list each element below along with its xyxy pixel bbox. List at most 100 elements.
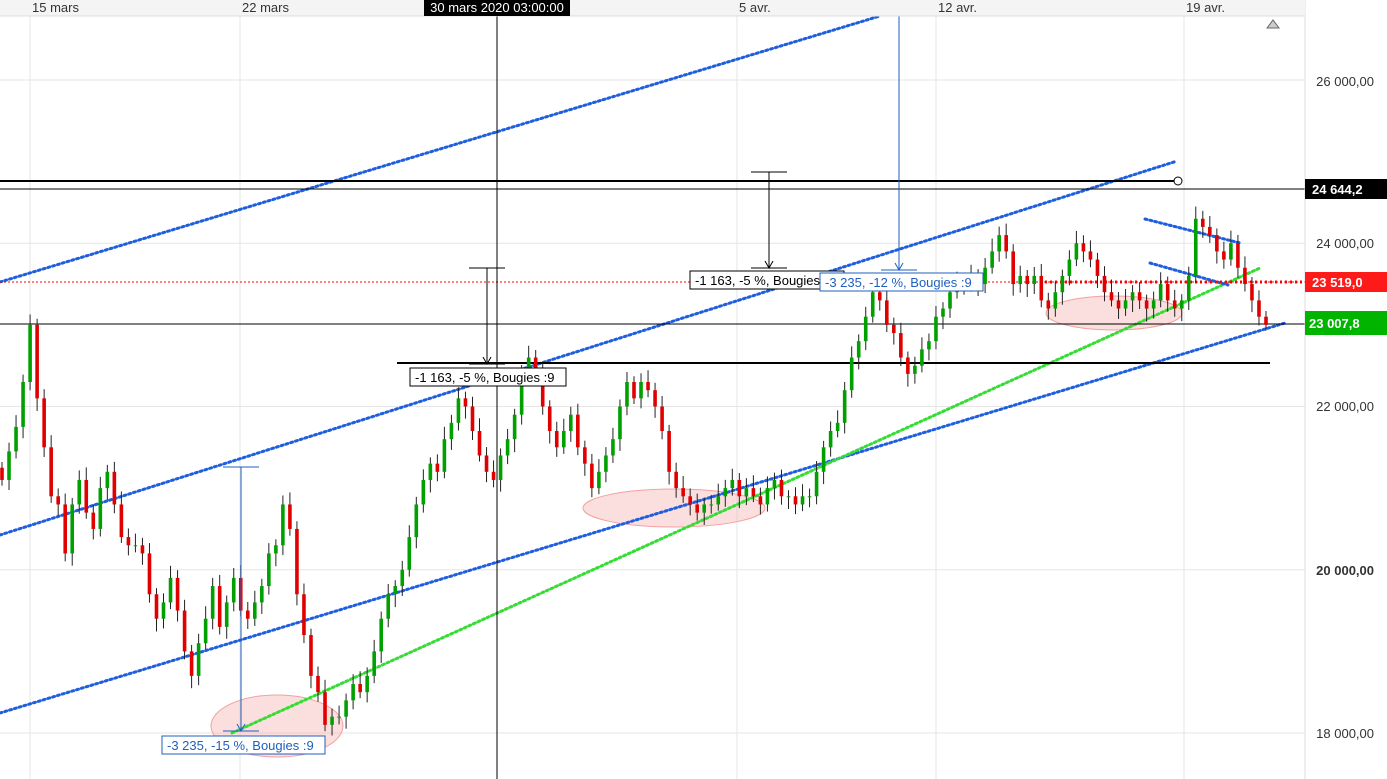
candle-down [323,692,327,725]
candle-up [1229,243,1233,260]
y-tick-label: 20 000,00 [1316,563,1374,578]
candle-up [105,471,110,489]
candle-up [28,324,32,383]
candle-down [646,382,650,391]
candle-down [217,586,222,627]
candle-up [625,382,629,407]
candle-up [196,643,201,676]
candle-down [688,496,692,505]
candle-down [189,651,194,676]
candle-up [379,618,383,652]
candle-up [821,447,826,472]
candle-up [344,700,348,717]
candle-up [856,341,861,358]
candle-up [70,504,75,554]
candle-down [695,504,699,513]
candle-up [224,602,229,627]
candle-up [449,422,454,440]
measure-label: -3 235, -15 %, Bougies :9 [167,738,314,753]
price-tag-label: 23 519,0 [1312,275,1363,290]
candle-down [1109,292,1114,301]
candle-down [1208,226,1212,236]
candle-down [288,504,292,529]
candle-down [484,455,489,472]
y-axis-panel [1305,0,1387,779]
candle-down [470,406,475,431]
ellipse-layer [210,295,1183,758]
candle-up [814,471,819,497]
candle-down [126,537,131,546]
candle-up [281,504,285,546]
candle-up [983,267,987,285]
candle-up [498,455,503,480]
x-tick-label: 22 mars [242,0,289,15]
candle-up [934,316,938,342]
candle-down [1095,259,1100,276]
y-tick-label: 18 000,00 [1316,726,1374,741]
candle-down [302,594,306,636]
crosshair-label: 30 mars 2020 03:00:00 [430,0,564,15]
candle-up [77,479,82,505]
candle-down [653,390,657,407]
candle-up [990,251,994,268]
candle-down [1144,300,1149,309]
price-tag-label: 24 644,2 [1312,182,1363,197]
price-tag-label: 23 007,8 [1309,316,1360,331]
candle-up [611,439,615,456]
candle-down [1025,275,1030,285]
candle-up [365,675,369,693]
candle-up [274,545,278,554]
candle-up [835,422,840,431]
candle-up [1123,300,1128,309]
candle-up [7,451,11,480]
candle-up [210,586,215,619]
home-icon[interactable] [1266,19,1280,29]
candle-up [639,382,643,399]
candle-down [435,463,440,472]
candle-up [260,586,264,603]
candle-up [337,716,341,718]
candle-down [1165,284,1170,301]
candle-down [295,528,299,595]
candle-up [569,414,573,431]
candle-down [1243,267,1247,285]
candle-down [245,610,250,619]
x-tick-label: 12 avr. [938,0,977,15]
candle-down [547,406,552,431]
candle-down [140,545,145,554]
candle-down [1257,300,1261,317]
candle-up [421,479,426,505]
candle-down [1236,243,1240,268]
candle-down [0,467,4,480]
candle-up [231,577,236,603]
x-axis-bg [0,0,1305,16]
candle-up [203,618,208,644]
candle-down [1215,235,1219,252]
candle-up [1158,284,1163,301]
candle-up [414,504,419,538]
trendline-layer [0,14,1287,735]
candle-up [1018,275,1023,285]
candle-down [899,333,903,358]
candle-down [35,324,39,399]
candle-down [84,479,89,513]
candle-up [14,426,18,452]
candle-up [1074,243,1079,260]
candle-up [828,430,833,448]
candle-up [505,439,510,456]
candle-down [477,430,482,456]
candle-down [63,504,67,554]
candle-up [133,545,138,547]
x-tick-label: 5 avr. [739,0,771,15]
candle-up [709,504,714,506]
candle-down [667,430,671,472]
x-tick-label: 19 avr. [1186,0,1225,15]
flag-upper-line [1143,217,1242,245]
candle-up [1130,292,1135,301]
candle-up [168,577,173,603]
candle-up [1067,259,1072,276]
candle-up [849,357,854,391]
candle-up [723,488,728,497]
candle-up [512,414,517,440]
candle-up [604,455,608,472]
